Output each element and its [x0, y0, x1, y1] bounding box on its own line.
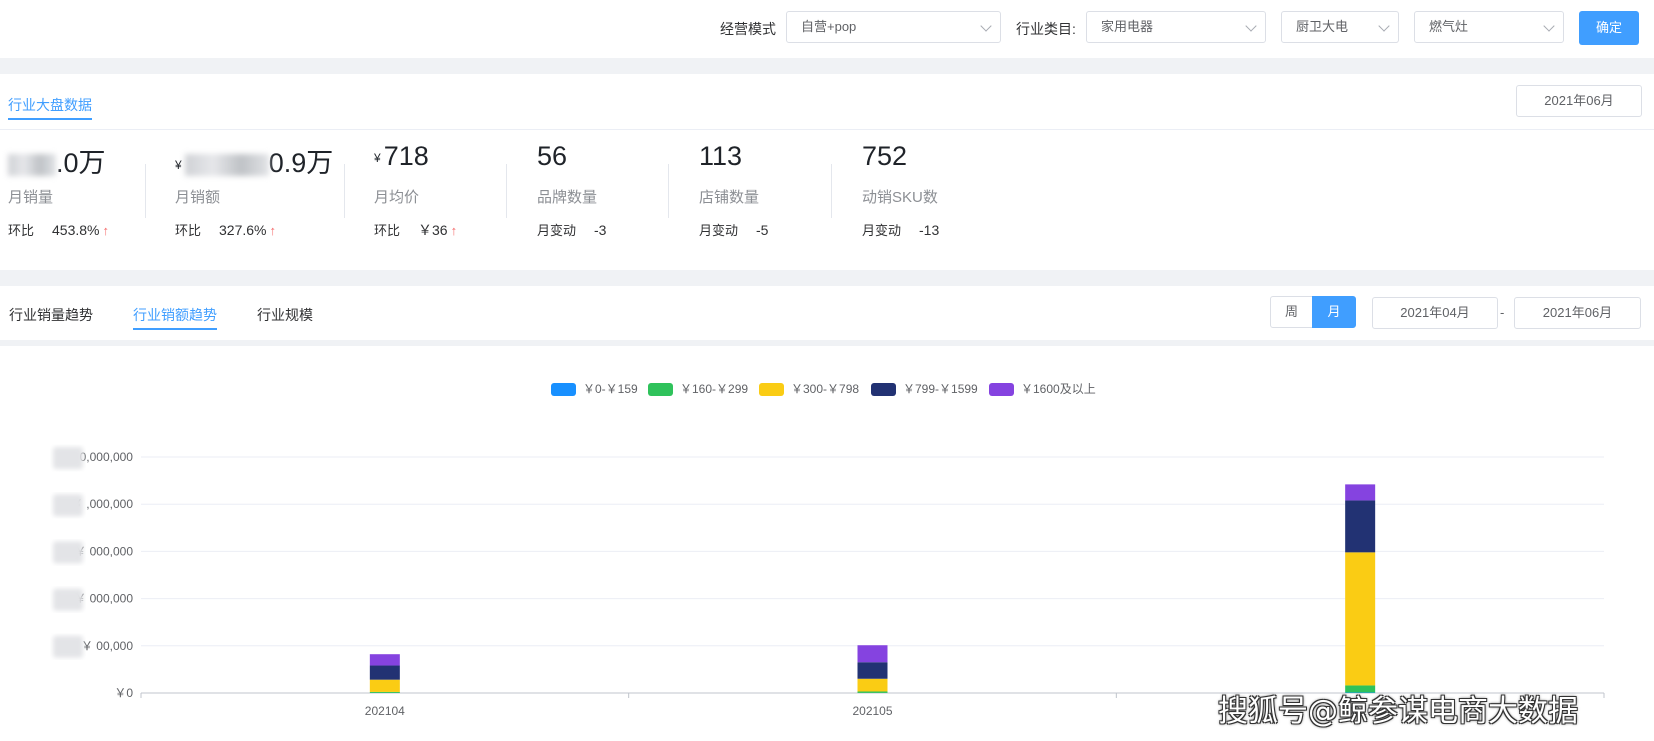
- stat-sub: 月变动 -13: [862, 222, 940, 238]
- stat-label: 月均价: [374, 189, 420, 206]
- arrow-up-icon: ↑: [102, 223, 110, 238]
- bar-segment: [1345, 484, 1376, 501]
- redacted-mask: [53, 494, 83, 517]
- mode-label: 经营模式: [720, 21, 776, 37]
- arrow-up-icon: ↑: [269, 223, 277, 238]
- divider: [0, 129, 1654, 130]
- bar-segment: [1345, 552, 1376, 686]
- stat-label: 月销额: [175, 189, 221, 206]
- redacted-mask: [53, 447, 83, 469]
- stat-label: 店铺数量: [699, 189, 760, 206]
- end-date-picker[interactable]: 2021年06月: [1514, 297, 1641, 329]
- x-tick-label: 202104: [365, 704, 405, 718]
- redacted-mask: [53, 588, 83, 611]
- bar-segment: [857, 678, 888, 692]
- bar-segment: [369, 665, 400, 680]
- arrow-up-icon: ↑: [450, 223, 458, 238]
- divider: [668, 164, 669, 218]
- tab-sales-amount-trend[interactable]: 行业销额趋势: [133, 305, 217, 330]
- redacted-mask: [53, 635, 83, 658]
- stat-value: 752: [862, 141, 908, 171]
- bar-segment: [369, 654, 400, 666]
- category-select[interactable]: 家用电器: [1086, 11, 1266, 43]
- stat-sub: 环比 453.8% ↑: [8, 222, 110, 238]
- y-tick-label: ￥ 00,000: [81, 639, 133, 653]
- chevron-down-icon: [1245, 20, 1257, 32]
- stat-value: ¥718: [374, 141, 429, 171]
- mode-select-value: 自营+pop: [801, 19, 857, 34]
- y-tick-label: ￥ 000,000: [74, 592, 133, 606]
- divider: [831, 164, 832, 218]
- bar-segment: [857, 691, 888, 693]
- filter-bar: 经营模式 自营+pop 行业类目: 家用电器 厨卫大电 燃气灶 确定: [0, 0, 1654, 58]
- stat-sub: 环比 327.6% ↑: [175, 222, 277, 238]
- confirm-button[interactable]: 确定: [1579, 11, 1639, 45]
- stat-label: 品牌数量: [537, 189, 598, 206]
- x-tick-label: 202105: [852, 704, 892, 718]
- chart-panel: ￥0-￥159 ￥160-￥299 ￥300-￥798 ￥799-￥1599 ￥1600…: [0, 346, 1654, 741]
- start-date-picker[interactable]: 2021年04月: [1372, 297, 1498, 329]
- y-tick-label: ￥ 000,000: [74, 544, 133, 558]
- divider: [344, 164, 345, 218]
- bar-segment: [369, 679, 400, 692]
- bar-segment: [857, 645, 888, 663]
- category-label: 行业类目:: [1016, 21, 1076, 37]
- stat-value: 56: [537, 141, 568, 171]
- date-range-separator: -: [1500, 305, 1505, 320]
- chevron-down-icon: [1378, 20, 1390, 32]
- redacted-mask: [53, 541, 83, 564]
- stat-value: 113: [699, 141, 743, 171]
- redacted-mask: [8, 153, 56, 176]
- divider: [145, 164, 146, 218]
- bar-segment: [1345, 500, 1376, 553]
- divider: [506, 164, 507, 218]
- bar-segment: [369, 691, 400, 693]
- chevron-down-icon: [1543, 20, 1555, 32]
- stat-value: ¥0.9万: [175, 148, 334, 178]
- stat-sub: 环比 ￥36 ↑: [374, 222, 458, 238]
- subcategory-select-value: 厨卫大电: [1296, 19, 1349, 34]
- stat-label: 动销SKU数: [862, 189, 938, 206]
- stat-sub: 月变动 -3: [537, 222, 607, 238]
- tab-industry-scale[interactable]: 行业规模: [257, 305, 313, 328]
- subsubcategory-select-value: 燃气灶: [1429, 19, 1469, 34]
- tab-industry-overview[interactable]: 行业大盘数据: [8, 95, 92, 120]
- redacted-mask: [184, 153, 269, 176]
- subsubcategory-select[interactable]: 燃气灶: [1414, 11, 1564, 43]
- stat-value: .0万: [8, 141, 106, 180]
- subcategory-select[interactable]: 厨卫大电: [1281, 11, 1399, 43]
- trend-tabs-panel: 行业销量趋势 行业销额趋势 行业规模 周 月 2021年04月 - 2021年0…: [0, 286, 1654, 340]
- bar-segment: [857, 662, 888, 679]
- stat-sub: 月变动 -5: [699, 222, 769, 238]
- mode-select[interactable]: 自营+pop: [786, 11, 1001, 43]
- category-select-value: 家用电器: [1101, 19, 1154, 34]
- tab-sales-volume-trend[interactable]: 行业销量趋势: [9, 305, 93, 328]
- period-month-button[interactable]: 月: [1312, 296, 1356, 328]
- stat-label: 月销量: [8, 189, 54, 206]
- overview-date-picker[interactable]: 2021年06月: [1516, 85, 1642, 117]
- period-week-button[interactable]: 周: [1270, 296, 1313, 328]
- chevron-down-icon: [980, 20, 992, 32]
- y-tick-label: ￥0: [114, 686, 133, 700]
- watermark: 搜狐号@鲸参谋电商大数据: [1218, 694, 1578, 729]
- sales-amount-chart: ￥0￥ 00,000￥ 000,000￥ 000,000￥ ,000,000￥ …: [53, 447, 1605, 718]
